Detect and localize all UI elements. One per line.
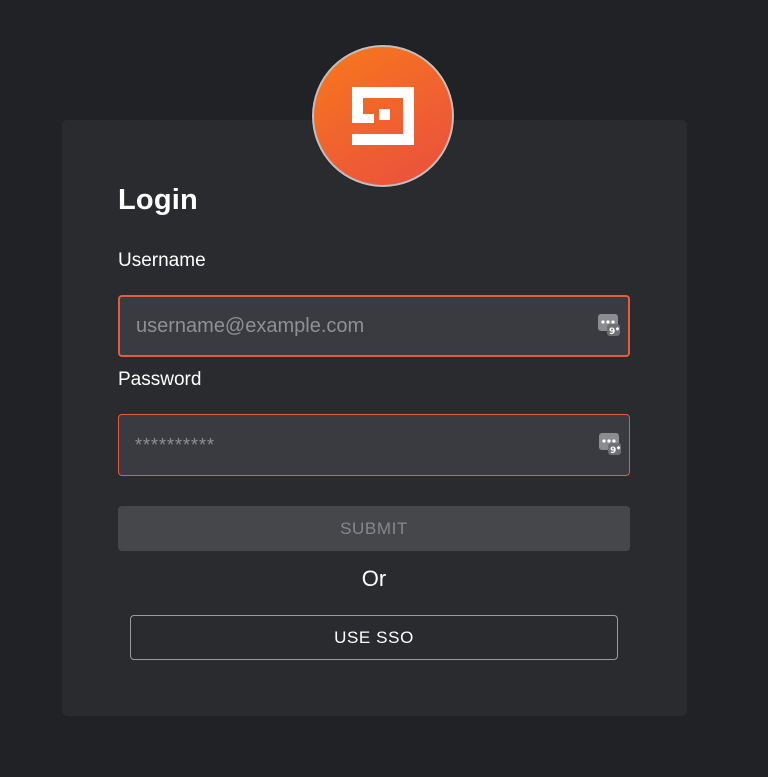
svg-text:9: 9 — [609, 327, 615, 337]
password-field-wrapper: 9 — [118, 414, 630, 476]
username-field-wrapper: 9 — [118, 295, 630, 357]
password-label: Password — [118, 369, 202, 390]
submit-button[interactable]: SUBMIT — [118, 506, 630, 551]
username-input[interactable] — [120, 297, 628, 355]
password-manager-icon[interactable]: 9 — [598, 314, 620, 338]
password-input[interactable] — [119, 415, 629, 475]
username-label: Username — [118, 250, 206, 271]
brand-logo-mark — [352, 87, 414, 145]
use-sso-button[interactable]: USE SSO — [130, 615, 618, 660]
password-manager-icon[interactable]: 9 — [599, 433, 621, 457]
brand-logo-icon — [312, 45, 454, 187]
login-title: Login — [118, 184, 198, 216]
svg-text:9: 9 — [610, 446, 616, 456]
or-divider-text: Or — [361, 566, 387, 591]
login-page: Login Username 9 Password 9 SUBMIT O — [0, 0, 768, 777]
